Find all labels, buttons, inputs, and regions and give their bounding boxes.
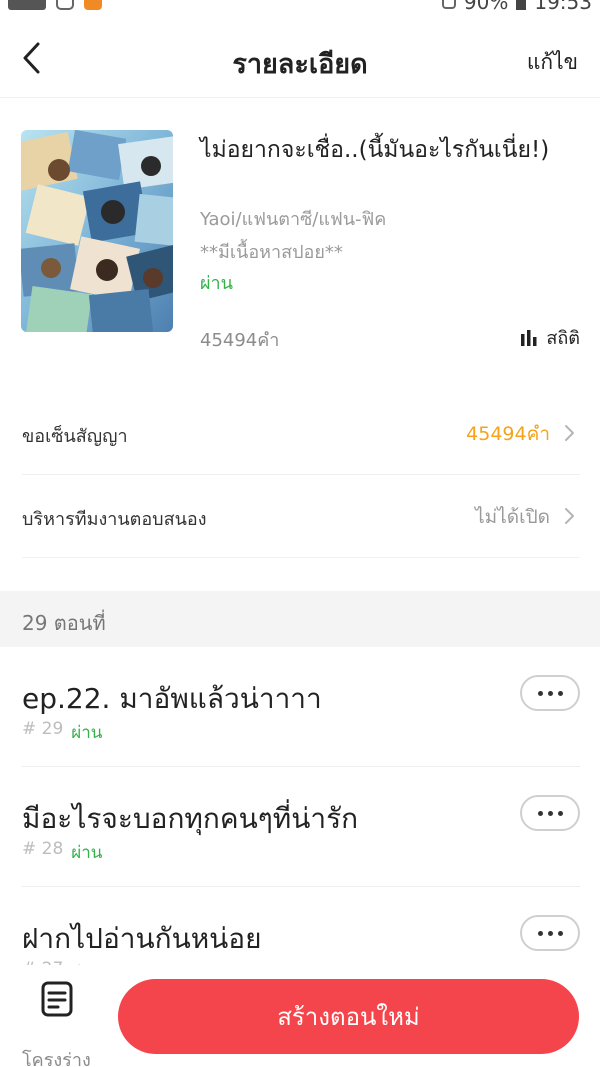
episode-number: # 29: [22, 719, 64, 739]
more-dots-icon[interactable]: [520, 915, 580, 951]
signal-icon: [441, 0, 456, 9]
episode-number: # 28: [22, 839, 64, 859]
chevron-right-icon: [565, 425, 574, 441]
episode-status: ผ่าน: [71, 723, 103, 743]
status-bar-left: TOON ···: [8, 0, 129, 10]
contract-label: ขอเซ็นสัญญา: [22, 426, 128, 447]
clock: 19:53: [534, 0, 592, 14]
episode-title: ep.22. มาอัพแล้วน่าาาา: [22, 682, 322, 715]
episode-item[interactable]: ep.22. มาอัพแล้วน่าาาา # 29 ผ่าน: [22, 647, 580, 767]
book-title: ไม่อยากจะเชื่อ..(นี้มันอะไรกันเนี่ย!): [200, 137, 550, 163]
episode-meta: # 29 ผ่าน: [22, 719, 102, 746]
stats-label: สถิติ: [546, 328, 580, 349]
nav-bar: รายละเอียด แก้ไข: [0, 20, 600, 98]
bar-chart-icon: [521, 329, 537, 346]
instagram-icon: [56, 0, 75, 10]
episodes-count: 29 ตอนที่: [22, 611, 106, 635]
chevron-right-icon: [565, 508, 574, 524]
status-bar: TOON ··· 90% 19:53: [0, 0, 600, 18]
episode-title: ฝากไปอ่านกันหน่อย: [22, 922, 262, 955]
more-dots-icon[interactable]: [520, 795, 580, 831]
team-management-row[interactable]: บริหารทีมงานตอบสนอง ไม่ได้เปิด: [22, 476, 580, 558]
book-genre: Yaoi/แฟนตาซี/แฟน-ฟิค: [200, 209, 387, 230]
book-cover-image[interactable]: [21, 130, 173, 332]
battery-percent: 90%: [463, 0, 509, 14]
create-episode-button[interactable]: สร้างตอนใหม่: [118, 979, 579, 1054]
episode-item[interactable]: มีอะไรจะบอกทุกคนๆที่น่ารัก # 28 ผ่าน: [22, 767, 580, 887]
book-status: ผ่าน: [200, 273, 233, 294]
draft-button[interactable]: โครงร่าง: [18, 981, 98, 1067]
episodes-header: 29 ตอนที่: [0, 591, 600, 647]
bottom-bar: โครงร่าง สร้างตอนใหม่: [0, 965, 600, 1067]
status-bar-right: 90% 19:53: [441, 0, 592, 14]
battery-icon: [516, 0, 527, 10]
notification-icon: [84, 0, 103, 10]
book-info: ไม่อยากจะเชื่อ..(นี้มันอะไรกันเนี่ย!) Ya…: [0, 98, 600, 378]
edit-button[interactable]: แก้ไข: [527, 46, 578, 79]
episode-meta: # 28 ผ่าน: [22, 839, 102, 866]
contract-value: 45494คำ: [466, 423, 550, 445]
team-value: ไม่ได้เปิด: [475, 506, 550, 528]
page-title: รายละเอียด: [232, 49, 368, 80]
stats-button[interactable]: สถิติ: [520, 323, 580, 352]
draft-label: โครงร่าง: [22, 1050, 91, 1067]
app-badge: TOON: [8, 0, 47, 10]
episode-title: มีอะไรจะบอกทุกคนๆที่น่ารัก: [22, 802, 359, 835]
book-note: **มีเนื้อหาสปอย**: [200, 242, 343, 263]
more-dots-icon[interactable]: [520, 675, 580, 711]
more-notifications-icon: ···: [112, 0, 129, 8]
episode-status: ผ่าน: [71, 843, 103, 863]
contract-row[interactable]: ขอเซ็นสัญญา 45494คำ: [22, 393, 580, 475]
book-word-count: 45494คำ: [200, 330, 280, 351]
draft-document-icon: [41, 981, 73, 1017]
team-label: บริหารทีมงานตอบสนอง: [22, 509, 207, 530]
